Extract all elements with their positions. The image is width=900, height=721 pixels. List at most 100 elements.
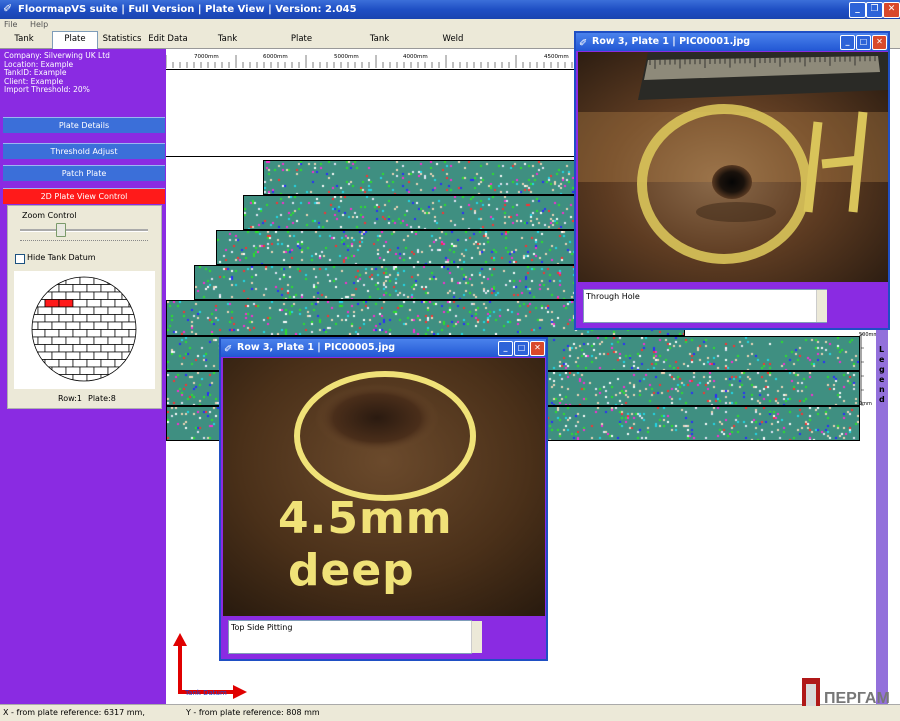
floor-plate-cell[interactable] [79, 366, 95, 375]
floor-plate-cell[interactable] [31, 344, 46, 353]
photo-caption-box[interactable]: Through Hole [583, 289, 827, 323]
floor-plate-cell[interactable] [51, 306, 67, 315]
floor-plate-cell[interactable] [44, 374, 60, 383]
image-window-titlebar[interactable]: ✐ Row 3, Plate 1 | PIC00005.jpg _ □ ✕ [221, 339, 546, 357]
floor-plate-cell[interactable] [128, 284, 143, 293]
floor-plate-cell[interactable] [79, 277, 95, 285]
tab-plate-comparison[interactable]: Plate Comparison [268, 32, 335, 59]
tab-weld-inspection[interactable]: Weld Inspection [422, 32, 484, 59]
floor-plate-cell[interactable] [94, 382, 108, 389]
floor-plate-cell[interactable] [93, 336, 109, 345]
floor-plate-cell[interactable] [93, 306, 109, 315]
floor-plate-cell[interactable] [37, 351, 53, 360]
floor-plate-cell[interactable] [143, 300, 155, 308]
floor-plate-cell[interactable] [72, 359, 88, 368]
floor-plate-cell[interactable] [38, 382, 52, 389]
floor-plate-cell[interactable] [128, 314, 143, 323]
floor-plate-cell[interactable] [86, 299, 102, 308]
floor-plate-cell[interactable] [114, 284, 130, 293]
floor-plate-cell[interactable] [86, 344, 102, 353]
floor-plate-cell[interactable] [31, 299, 46, 308]
floor-plate-cell[interactable] [17, 375, 31, 383]
floor-plate-cell[interactable] [100, 299, 116, 308]
floor-plate-cell[interactable] [37, 306, 53, 315]
floor-plate-cell[interactable] [31, 329, 46, 338]
floor-plate-cell[interactable] [51, 351, 67, 360]
floor-plate-cell[interactable] [143, 345, 155, 353]
floor-plate-cell[interactable] [58, 299, 74, 308]
floor-plate-cell[interactable] [121, 366, 136, 375]
floor-plate-cell[interactable] [31, 374, 46, 383]
image-window-titlebar[interactable]: ✐ Row 3, Plate 1 | PIC00001.jpg _ □ ✕ [576, 33, 888, 51]
floor-plate-cell[interactable] [17, 330, 31, 338]
floor-plate-cell[interactable] [65, 336, 81, 345]
floor-plate-cell[interactable] [100, 344, 116, 353]
minimize-button[interactable]: _ [840, 35, 855, 50]
floor-plate-cell[interactable] [17, 285, 31, 293]
floor-plate-cell[interactable] [79, 336, 95, 345]
maximize-button[interactable]: □ [856, 35, 871, 50]
floor-plate-cell[interactable] [72, 284, 88, 293]
floor-plate-cell[interactable] [135, 351, 150, 360]
legend-label[interactable]: L e g e n d [879, 345, 887, 405]
maximize-button[interactable]: □ [514, 341, 529, 356]
floor-plate-cell[interactable] [58, 284, 74, 293]
close-button[interactable]: ✕ [530, 341, 545, 356]
floor-plate-cell[interactable] [31, 284, 46, 293]
floor-plate-cell[interactable] [66, 382, 80, 389]
image-window-pic00001[interactable]: ✐ Row 3, Plate 1 | PIC00001.jpg _ □ ✕ Th… [574, 31, 890, 330]
floor-plate-cell[interactable] [143, 330, 155, 338]
floor-plate-cell[interactable] [128, 299, 143, 308]
floor-plate-cell[interactable] [72, 344, 88, 353]
floor-plate-cell[interactable] [72, 314, 88, 323]
photo-caption-box[interactable]: Top Side Pitting [228, 620, 472, 654]
floor-plate-cell[interactable] [108, 382, 122, 389]
floor-plate-cell[interactable] [107, 351, 123, 360]
floor-plate-cell[interactable] [58, 344, 74, 353]
tab-plate-view[interactable]: Plate View [52, 31, 98, 59]
floor-plate-cell[interactable] [107, 291, 123, 300]
floor-plate-cell[interactable] [58, 359, 74, 368]
floor-plate-cell[interactable] [79, 306, 95, 315]
floor-plate-cell[interactable] [122, 382, 136, 389]
close-button[interactable]: ✕ [872, 35, 887, 50]
menu-help[interactable]: Help [30, 20, 48, 29]
floor-plate-cell[interactable] [100, 374, 116, 383]
patch-plate-button[interactable]: Patch Plate [3, 165, 165, 181]
floor-plate-cell[interactable] [143, 360, 155, 368]
floor-plate-cell[interactable] [24, 277, 39, 285]
floor-plate-cell[interactable] [121, 277, 136, 285]
floor-plate-cell[interactable] [24, 306, 39, 315]
floor-plate-cell[interactable] [100, 314, 116, 323]
floor-plate-cell[interactable] [51, 291, 67, 300]
floor-plate-cell[interactable] [24, 366, 39, 375]
floor-plate-cell[interactable] [135, 277, 150, 285]
floor-plate-cell[interactable] [37, 277, 53, 285]
floor-plate-cell[interactable] [135, 306, 150, 315]
floor-plate-cell[interactable] [143, 285, 155, 293]
floor-plate-cell[interactable] [65, 366, 81, 375]
floor-plate-cell[interactable] [135, 291, 150, 300]
floor-plate-cell[interactable] [65, 306, 81, 315]
floor-plate-cell[interactable] [51, 321, 67, 330]
caption-scrollbar[interactable] [816, 290, 827, 322]
floor-plate-cell[interactable] [37, 291, 53, 300]
floor-plate-cell[interactable] [135, 366, 150, 375]
floor-plate-cell[interactable] [143, 375, 155, 383]
floor-plate-cell[interactable] [51, 366, 67, 375]
floor-plate-cell[interactable] [17, 315, 31, 323]
floor-plate-cell[interactable] [107, 336, 123, 345]
floor-plate-cell[interactable] [52, 382, 66, 389]
floor-plate-cell[interactable] [24, 291, 39, 300]
floor-plate-cell[interactable] [93, 291, 109, 300]
floor-plate-cell[interactable] [114, 359, 130, 368]
floor-plate-cell[interactable] [44, 344, 60, 353]
tab-tank-customisation[interactable]: Tank Customisation [341, 32, 418, 59]
minimize-button[interactable]: _ [849, 2, 866, 18]
floor-plate-cell[interactable] [44, 314, 60, 323]
floor-plate-cell[interactable] [86, 314, 102, 323]
floor-plate-cell[interactable] [86, 284, 102, 293]
menu-file[interactable]: File [4, 20, 17, 29]
floor-plate-cell[interactable] [37, 336, 53, 345]
floor-plate-cell[interactable] [79, 321, 95, 330]
